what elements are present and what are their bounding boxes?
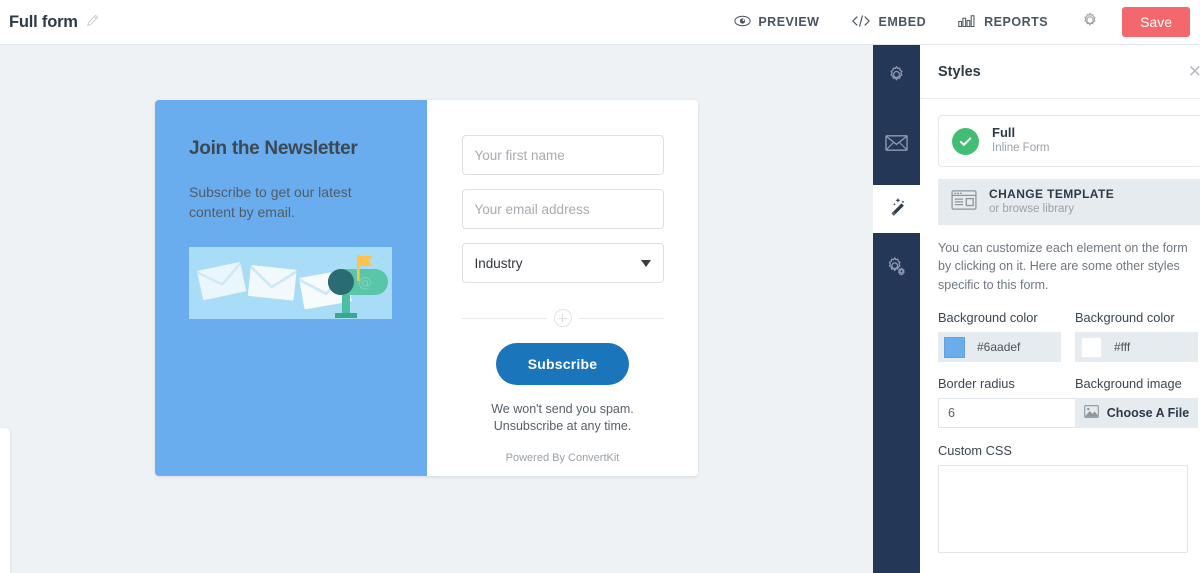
divider-line-left — [461, 317, 547, 319]
bg-color-right-value: #fff — [1114, 340, 1131, 355]
color-swatch-blue[interactable] — [944, 336, 965, 358]
editor-sidebar-rail — [873, 45, 920, 573]
bg-color-right-input[interactable]: #fff — [1075, 332, 1198, 363]
sidebar-item-email[interactable] — [873, 121, 920, 169]
bg-image-group: Background image Choose A File — [1075, 376, 1198, 429]
svg-text:@: @ — [358, 275, 372, 291]
mailbox-envelopes-illustration: @ — [189, 246, 392, 319]
choose-file-button[interactable]: Choose A File — [1075, 398, 1198, 429]
sidebar-item-styles[interactable] — [873, 185, 920, 233]
color-controls-row: Background color #6aadef Background colo… — [938, 310, 1200, 363]
bg-color-right-label: Background color — [1075, 310, 1175, 326]
code-icon — [851, 14, 871, 30]
preview-label: PREVIEW — [758, 14, 820, 29]
form-right-panel: Your first name Your email address Indus… — [427, 100, 698, 476]
sidebar-item-settings[interactable] — [873, 53, 920, 101]
industry-select[interactable]: Industry — [461, 243, 664, 283]
template-layout-icon — [951, 189, 977, 216]
embed-label: EMBED — [878, 14, 927, 29]
embed-button[interactable]: EMBED — [851, 14, 927, 30]
bg-color-left-value: #6aadef — [977, 340, 1021, 355]
divider-line-right — [578, 317, 664, 319]
gear-icon — [886, 64, 907, 90]
reports-button[interactable]: REPORTS — [958, 14, 1049, 30]
bg-color-left-label: Background color — [938, 310, 1038, 326]
form-title-group[interactable]: Full form — [0, 13, 99, 32]
styles-panel: Styles ✕ Full Inline Form CHANGE TEMPLAT… — [920, 45, 1200, 573]
bg-color-left-input[interactable]: #6aadef — [938, 332, 1061, 363]
form-left-panel[interactable]: Join the Newsletter Subscribe to get our… — [155, 100, 427, 476]
change-template-title: CHANGE TEMPLATE — [989, 186, 1115, 201]
custom-css-textarea[interactable] — [938, 465, 1188, 554]
close-icon[interactable]: ✕ — [1188, 63, 1200, 80]
gear-icon — [1080, 10, 1100, 35]
form-subtext: Subscribe to get our latest content by e… — [189, 184, 352, 221]
plus-circle-icon[interactable] — [553, 309, 572, 327]
bar-chart-icon — [958, 14, 977, 30]
border-radius-group: Border radius px — [938, 376, 1132, 429]
eye-icon — [734, 15, 751, 30]
bg-color-left-group: Background color #6aadef — [938, 310, 1061, 363]
pencil-icon[interactable] — [86, 14, 99, 27]
gear-cog-icon — [885, 256, 908, 283]
border-radius-control: px — [938, 398, 1132, 429]
check-circle-icon — [952, 127, 979, 155]
template-type: Inline Form — [992, 142, 1050, 155]
current-template-card[interactable]: Full Inline Form — [938, 115, 1200, 167]
chevron-down-icon — [640, 259, 651, 267]
magic-wand-icon — [886, 196, 908, 223]
styles-help-text: You can customize each element on the fo… — [938, 241, 1188, 292]
notification-toast[interactable] — [0, 428, 10, 573]
email-placeholder: Your email address — [474, 201, 590, 217]
color-swatch-white[interactable] — [1081, 336, 1102, 358]
change-template-button[interactable]: CHANGE TEMPLATE or browse library — [938, 179, 1200, 225]
template-name: Full — [992, 125, 1016, 141]
envelope-icon — [885, 134, 908, 157]
page-title: Full form — [9, 12, 78, 31]
email-input[interactable]: Your email address — [461, 189, 664, 229]
save-button[interactable]: Save — [1122, 7, 1190, 37]
form-heading: Join the Newsletter — [189, 138, 358, 159]
custom-css-label: Custom CSS — [938, 443, 1012, 459]
preview-button[interactable]: PREVIEW — [734, 15, 819, 30]
bg-image-label: Background image — [1075, 376, 1182, 392]
styles-panel-title: Styles — [938, 63, 981, 80]
image-icon — [1083, 405, 1099, 421]
template-info: Full Inline Form — [992, 125, 1050, 157]
form-preview-card: Join the Newsletter Subscribe to get our… — [155, 100, 698, 476]
styles-panel-header: Styles ✕ — [920, 45, 1200, 99]
form-disclaimer: We won't send you spam. Unsubscribe at a… — [491, 402, 634, 434]
form-canvas: Join the Newsletter Subscribe to get our… — [0, 45, 873, 573]
radius-image-row: Border radius px Background image — [938, 376, 1200, 429]
reports-label: REPORTS — [984, 14, 1049, 29]
sidebar-item-advanced-settings[interactable] — [873, 245, 920, 293]
powered-by-label: Powered By ConvertKit — [505, 451, 620, 464]
first-name-input[interactable]: Your first name — [461, 135, 664, 175]
styles-panel-body: Full Inline Form CHANGE TEMPLATE or brow… — [920, 99, 1200, 558]
toolbar-actions: PREVIEW EMBED REPORTS Save — [734, 0, 1200, 44]
border-radius-label: Border radius — [938, 376, 1015, 392]
industry-value: Industry — [474, 255, 523, 271]
add-field-divider — [461, 309, 664, 327]
change-template-subtitle: or browse library — [989, 202, 1074, 215]
subscribe-button[interactable]: Subscribe — [495, 343, 630, 385]
first-name-placeholder: Your first name — [474, 147, 565, 163]
settings-gear-button[interactable] — [1080, 10, 1100, 35]
change-template-text: CHANGE TEMPLATE or browse library — [989, 187, 1114, 218]
choose-file-label: Choose A File — [1106, 406, 1190, 421]
top-toolbar: Full form PREVIEW EMBED REPORTS Save — [0, 0, 1200, 45]
bg-color-right-group: Background color #fff — [1075, 310, 1198, 363]
